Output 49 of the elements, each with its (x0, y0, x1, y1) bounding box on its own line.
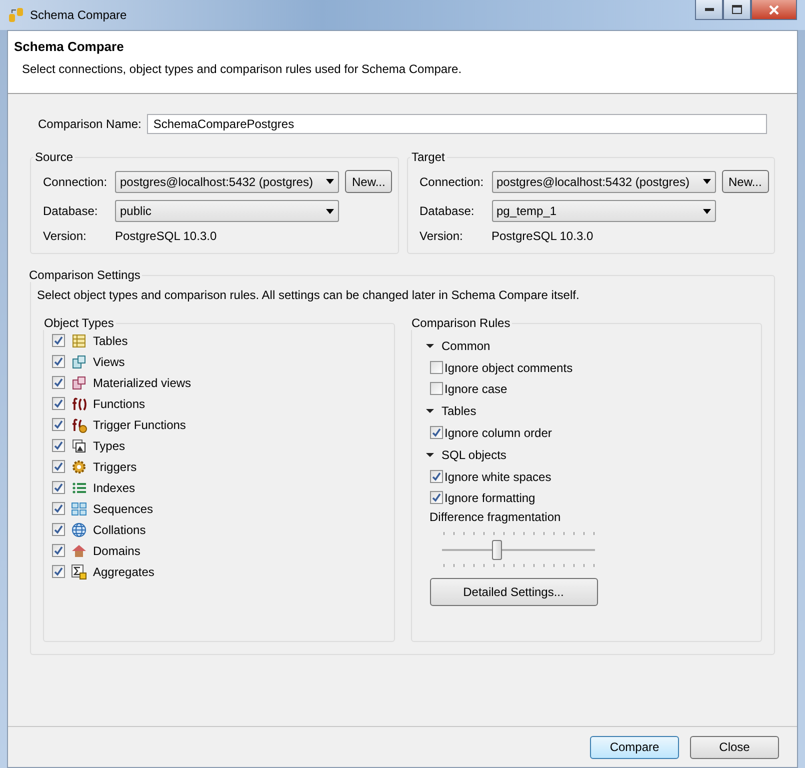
window-title: Schema Compare (30, 8, 127, 22)
section-heading[interactable]: Tables (442, 404, 476, 418)
rule-label[interactable]: Ignore object comments (444, 360, 573, 374)
connection-dropdown[interactable]: postgres@localhost:5432 (postgres) (115, 170, 339, 192)
object-type-label[interactable]: Collations (93, 522, 146, 536)
new-button[interactable]: New... (722, 170, 769, 193)
section-heading[interactable]: SQL objects (442, 448, 506, 462)
dialog-button[interactable]: Close (690, 736, 779, 758)
group-title: Comparison Rules (410, 316, 512, 330)
object-type-label[interactable]: Domains (93, 544, 140, 558)
section-heading[interactable]: Common (442, 338, 490, 352)
object-type-label[interactable]: Trigger Functions (93, 418, 186, 432)
object-type-label[interactable]: Types (93, 438, 126, 452)
object-type-label[interactable]: Indexes (93, 480, 136, 494)
object-type-label[interactable]: Aggregates (93, 564, 154, 578)
version-value: PostgreSQL 10.3.0 (115, 229, 217, 243)
group-title: Source (34, 150, 74, 164)
object-type-label[interactable]: Functions (93, 396, 146, 410)
page-description: Select connections, object types and comparison rules used for Schema Compare. (22, 62, 463, 76)
field-label: Connection: (43, 174, 108, 188)
object-type-label[interactable]: Sequences (93, 502, 154, 516)
rule-label[interactable]: Ignore case (444, 382, 508, 396)
field-label: Database: (43, 204, 99, 218)
group-title: Target (410, 150, 446, 164)
group-title: Object Types (43, 316, 115, 330)
connection-dropdown[interactable]: postgres@localhost:5432 (postgres) (492, 170, 716, 192)
object-type-label[interactable]: Views (93, 354, 125, 368)
rule-label[interactable]: Ignore formatting (444, 490, 536, 504)
rule-label[interactable]: Ignore column order (444, 426, 552, 440)
group-title: Comparison Settings (28, 268, 142, 282)
object-type-label[interactable]: Tables (93, 334, 128, 348)
field-label: Database: (420, 204, 476, 218)
field-label: Version: (420, 229, 464, 243)
settings-description: Select object types and comparison rules. All settings can be changed later in Schema Compare itself. (37, 288, 580, 302)
object-type-label[interactable]: Materialized views (93, 376, 192, 390)
dialog-button[interactable]: Compare (590, 736, 679, 758)
rule-label[interactable]: Ignore white spaces (444, 470, 552, 484)
version-value: PostgreSQL 10.3.0 (492, 229, 594, 243)
comparison-name-field[interactable]: SchemaComparePostgres (147, 114, 767, 134)
object-type-label[interactable]: Triggers (93, 460, 137, 474)
page-title: Schema Compare (14, 39, 125, 54)
field-label: Connection: (420, 174, 485, 188)
field-label: Version: (43, 229, 88, 243)
new-button[interactable]: New... (345, 170, 392, 193)
slider-label: Difference fragmentation (428, 510, 561, 524)
database-dropdown[interactable]: public (115, 200, 339, 222)
database-dropdown[interactable]: pg_temp_1 (492, 200, 716, 222)
detailed-settings-button[interactable]: Detailed Settings... (430, 578, 598, 606)
field-label: Comparison Name: (38, 117, 142, 131)
